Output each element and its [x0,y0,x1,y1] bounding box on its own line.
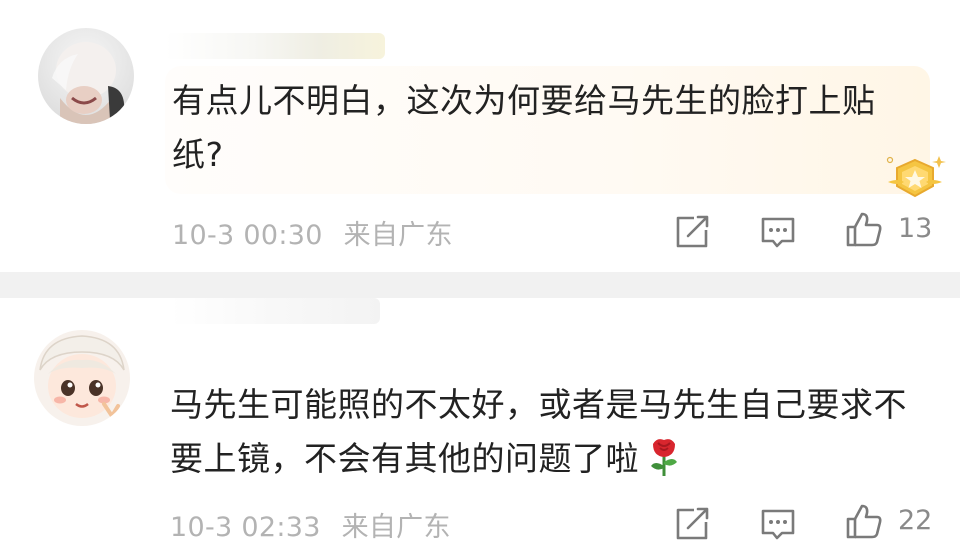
section-divider [0,272,960,298]
comment-text-content: 马先生可能照的不太好，或者是马先生自己要求不要上镜，不会有其他的问题了啦 [170,385,907,478]
thumbs-up-icon[interactable] [844,210,884,250]
comment-location: 来自广东 [343,220,453,251]
comment-meta: 10-3 00:30 来自广东 [172,213,453,252]
comment-location: 来自广东 [341,512,451,543]
comment-item-1: 有点儿不明白，这次为何要给马先生的脸打上贴纸? 10-3 00:30 来自广东 … [0,0,960,272]
comment-text: 马先生可能照的不太好，或者是马先生自己要求不要上镜，不会有其他的问题了啦 [170,378,940,486]
comment-time: 10-3 02:33 [170,512,321,543]
comment-text: 有点儿不明白，这次为何要给马先生的脸打上贴纸? [172,81,876,174]
comment-icon[interactable] [758,212,798,252]
username-blurred[interactable] [170,298,380,324]
comment-item-2: 马先生可能照的不太好，或者是马先生自己要求不要上镜，不会有其他的问题了啦 10-… [0,298,960,548]
thumbs-up-icon[interactable] [844,502,884,542]
avatar[interactable] [38,28,134,124]
avatar-cartoon [39,335,125,420]
share-icon[interactable] [672,504,712,544]
avatar[interactable] [34,330,130,426]
share-icon[interactable] [672,212,712,252]
comment-time: 10-3 00:30 [172,220,323,251]
fan-badge-icon[interactable] [884,152,946,204]
like-count: 22 [898,505,933,536]
like-count: 13 [898,213,933,244]
avatar-photo [52,42,125,124]
comment-meta: 10-3 02:33 来自广东 [170,505,451,544]
username-blurred[interactable] [165,33,385,59]
rose-emoji-icon [651,439,677,476]
comment-icon[interactable] [758,504,798,544]
